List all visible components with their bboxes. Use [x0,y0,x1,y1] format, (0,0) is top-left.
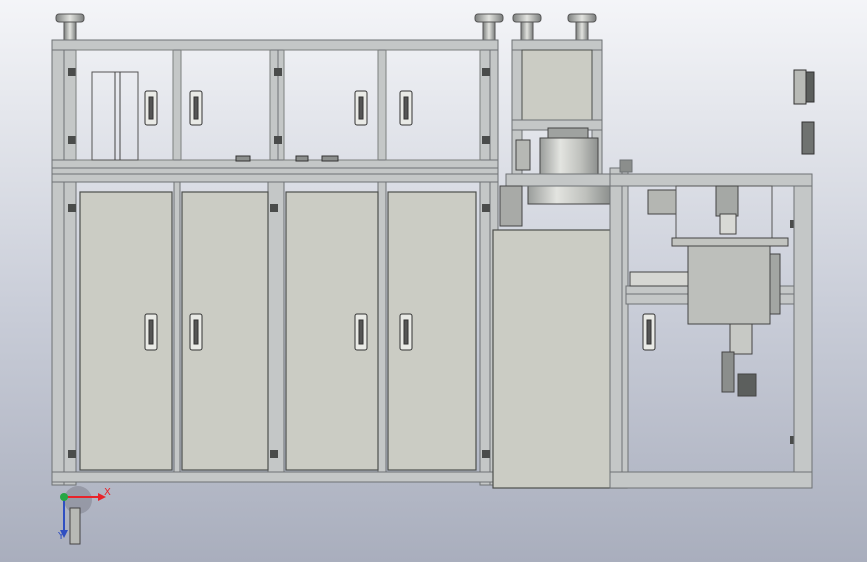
door-handle-icon[interactable] [399,313,413,351]
door-handle-icon[interactable] [354,313,368,351]
detached-parts [793,69,815,155]
door-handle-icon[interactable] [144,90,158,126]
door-handle-icon[interactable] [144,313,158,351]
cad-viewport[interactable]: X Y [0,0,867,562]
x-axis-label: X [104,487,111,498]
door-handle-icon[interactable] [189,90,203,126]
door-handle-icon[interactable] [642,313,656,351]
y-axis-label: Y [58,531,65,542]
center-housing [492,173,628,489]
door-handle-icon[interactable] [354,90,368,126]
cabinet-door[interactable] [79,191,173,471]
door-handle-icon[interactable] [189,313,203,351]
machine-assembly-drawing[interactable] [0,0,867,562]
door-handle-icon[interactable] [399,90,413,126]
leveling-foot-icon [512,13,542,43]
leveling-foot-icon [474,13,504,43]
coordinate-triad-icon [60,486,106,545]
leveling-foot-icon [55,13,85,43]
leveling-foot-icon [567,13,597,43]
leveling-feet [55,13,597,43]
press-cylinder [515,127,611,205]
